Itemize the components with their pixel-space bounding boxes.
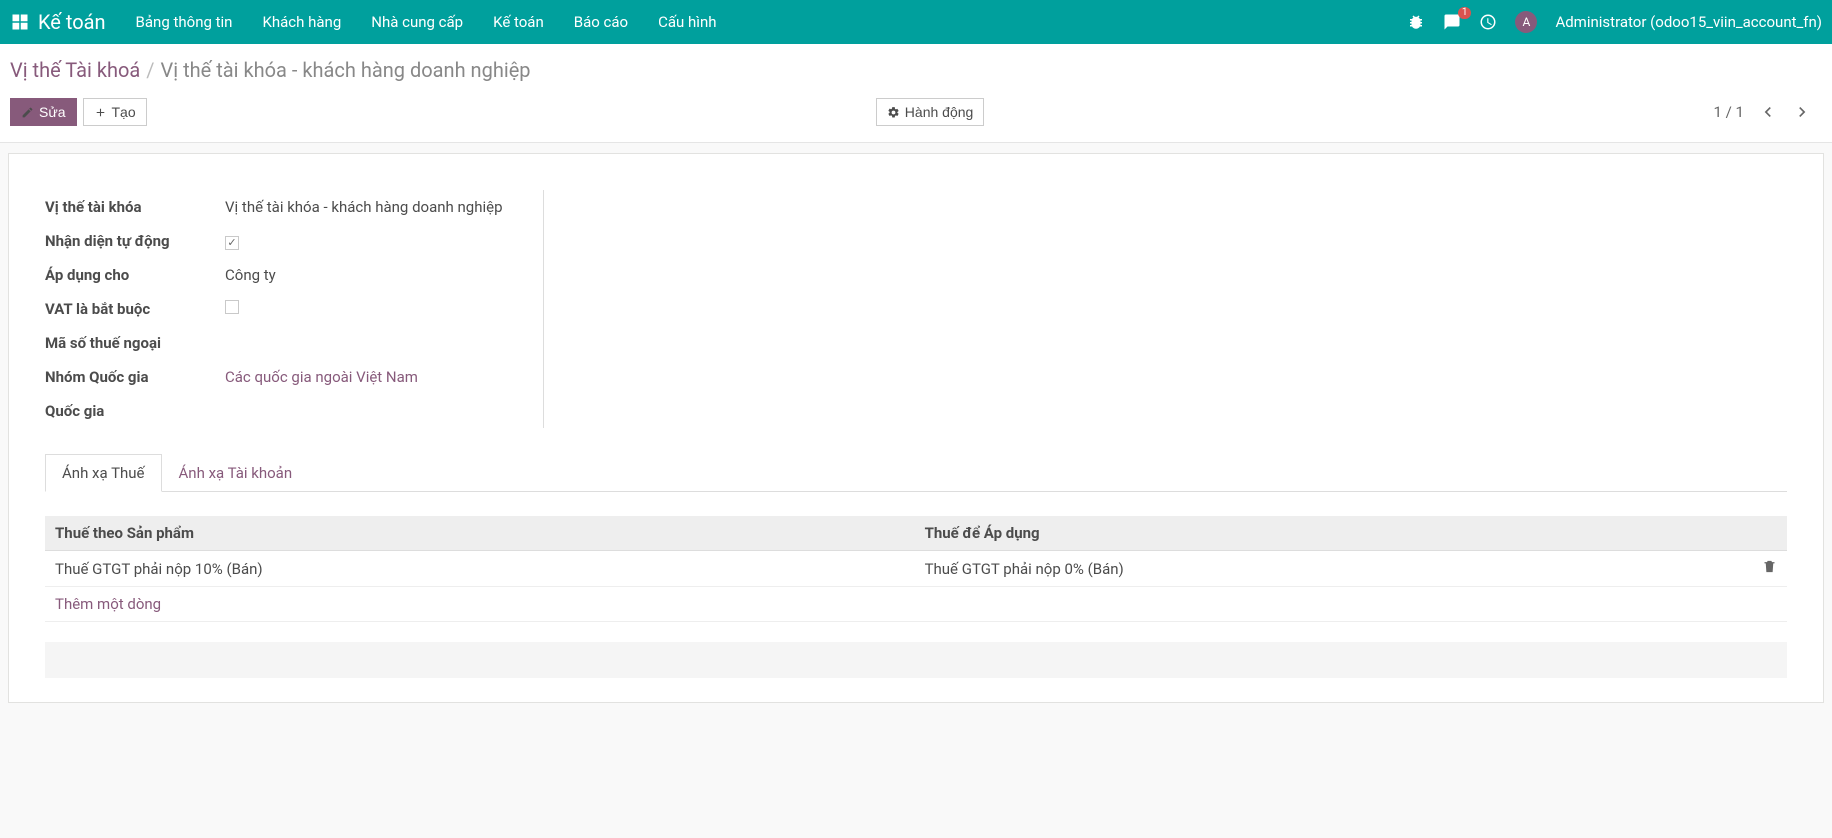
table-footer-spacer [45, 642, 1787, 678]
tab-tax-mapping[interactable]: Ánh xạ Thuế [45, 454, 162, 492]
chat-badge: 1 [1458, 7, 1472, 19]
checkbox-vat-required [225, 300, 239, 314]
table-add-row[interactable]: Thêm một dòng [45, 587, 1787, 622]
create-button-label: Tạo [112, 104, 136, 120]
col-tax-to-apply: Thuế để Áp dụng [915, 516, 1752, 551]
action-button[interactable]: Hành động [876, 98, 985, 126]
edit-button[interactable]: Sửa [10, 98, 77, 126]
pencil-icon [21, 106, 34, 119]
form-sheet: Vị thế tài khóa Vị thế tài khóa - khách … [8, 153, 1824, 703]
label-fiscal-position: Vị thế tài khóa [45, 198, 225, 216]
cell-tax-dst: Thuế GTGT phải nộp 0% (Bán) [915, 551, 1752, 587]
label-country-group: Nhóm Quốc gia [45, 368, 225, 386]
action-button-label: Hành động [905, 104, 974, 120]
pager: 1 / 1 [1714, 102, 1813, 122]
app-title[interactable]: Kế toán [38, 10, 106, 34]
pager-label: 1 / 1 [1714, 103, 1745, 121]
field-foreign-tax-id: Mã số thuế ngoại [45, 326, 503, 360]
field-auto-detect: Nhận diện tự động [45, 224, 503, 258]
nav-menu: Bảng thông tin Khách hàng Nhà cung cấp K… [136, 13, 1408, 31]
tab-account-mapping[interactable]: Ánh xạ Tài khoản [162, 454, 310, 492]
user-label[interactable]: Administrator (odoo15_viin_account_fn) [1555, 13, 1822, 31]
row-delete[interactable] [1752, 551, 1787, 587]
field-country: Quốc gia [45, 394, 503, 428]
field-vat-required: VAT là bắt buộc [45, 292, 503, 326]
breadcrumb: Vị thế Tài khoá / Vị thế tài khóa - khác… [10, 58, 1812, 82]
breadcrumb-separator: / [146, 58, 154, 82]
clock-icon[interactable] [1479, 13, 1497, 31]
value-apply-to: Công ty [225, 266, 276, 284]
chat-icon[interactable]: 1 [1443, 13, 1461, 31]
nav-item-vendors[interactable]: Nhà cung cấp [371, 13, 463, 31]
apps-icon[interactable] [10, 12, 30, 32]
field-apply-to: Áp dụng cho Công ty [45, 258, 503, 292]
breadcrumb-link[interactable]: Vị thế Tài khoá [10, 58, 140, 82]
field-fiscal-position: Vị thế tài khóa Vị thế tài khóa - khách … [45, 190, 503, 224]
nav-item-reports[interactable]: Báo cáo [574, 13, 628, 31]
control-panel: Vị thế Tài khoá / Vị thế tài khóa - khác… [0, 44, 1832, 143]
checkbox-auto-detect [225, 236, 239, 250]
label-country: Quốc gia [45, 402, 225, 420]
nav-item-config[interactable]: Cấu hình [658, 13, 716, 31]
field-country-group: Nhóm Quốc gia Các quốc gia ngoài Việt Na… [45, 360, 503, 394]
value-country-group[interactable]: Các quốc gia ngoài Việt Nam [225, 368, 418, 386]
pager-prev[interactable] [1758, 102, 1778, 122]
label-foreign-tax-id: Mã số thuế ngoại [45, 334, 225, 352]
label-apply-to: Áp dụng cho [45, 266, 225, 284]
nav-item-accounting[interactable]: Kế toán [493, 13, 544, 31]
tabs: Ánh xạ Thuế Ánh xạ Tài khoản [45, 454, 1787, 492]
label-vat-required: VAT là bắt buộc [45, 300, 225, 318]
nav-item-dashboard[interactable]: Bảng thông tin [136, 13, 233, 31]
nav-item-customers[interactable]: Khách hàng [262, 13, 341, 31]
edit-button-label: Sửa [39, 104, 66, 120]
create-button[interactable]: Tạo [83, 98, 147, 126]
col-tax-on-product: Thuế theo Sản phẩm [45, 516, 915, 551]
top-nav: Kế toán Bảng thông tin Khách hàng Nhà cu… [0, 0, 1832, 44]
gear-icon [887, 106, 900, 119]
bug-icon[interactable] [1407, 13, 1425, 31]
tax-mapping-table: Thuế theo Sản phẩm Thuế để Áp dụng Thuế … [45, 516, 1787, 678]
value-fiscal-position: Vị thế tài khóa - khách hàng doanh nghiệ… [225, 198, 503, 216]
add-line-link[interactable]: Thêm một dòng [55, 595, 161, 613]
nav-right: 1 A Administrator (odoo15_viin_account_f… [1407, 11, 1822, 33]
breadcrumb-current: Vị thế tài khóa - khách hàng doanh nghiệ… [161, 58, 531, 82]
trash-icon [1762, 559, 1777, 574]
pager-next[interactable] [1792, 102, 1812, 122]
table-row[interactable]: Thuế GTGT phải nộp 10% (Bán) Thuế GTGT p… [45, 551, 1787, 587]
chevron-left-icon [1758, 102, 1778, 122]
label-auto-detect: Nhận diện tự động [45, 232, 225, 250]
chevron-right-icon [1792, 102, 1812, 122]
plus-icon [94, 106, 107, 119]
col-actions [1752, 516, 1787, 551]
cell-tax-src: Thuế GTGT phải nộp 10% (Bán) [45, 551, 915, 587]
form-container: Vị thế tài khóa Vị thế tài khóa - khách … [0, 143, 1832, 713]
avatar[interactable]: A [1515, 11, 1537, 33]
